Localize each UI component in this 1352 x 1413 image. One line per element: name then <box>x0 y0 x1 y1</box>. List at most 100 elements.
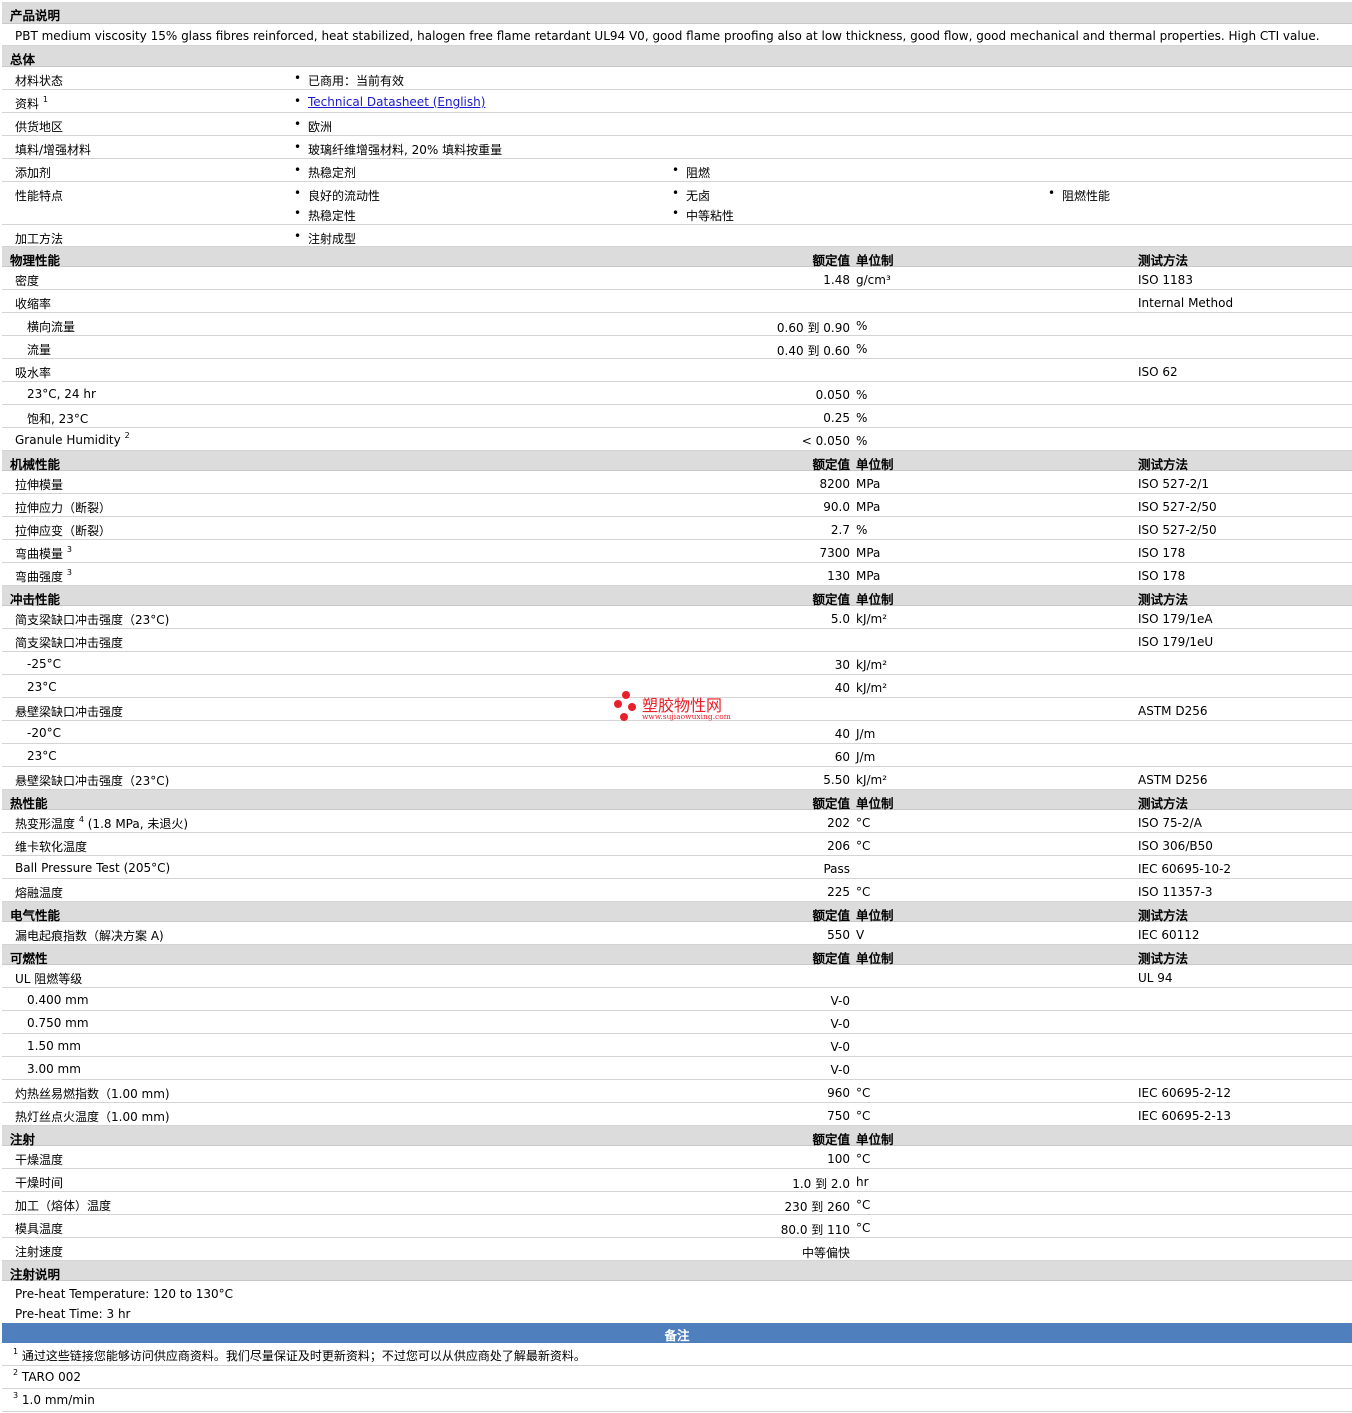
property-row: 饱和, 23°C 0.25% <box>2 405 1352 428</box>
property-test-method: ISO 527-2/50 <box>1138 500 1217 514</box>
property-unit: kJ/m² <box>856 612 888 626</box>
label-text: 弯曲强度 <box>15 570 64 584</box>
property-row: 收缩率 Internal Method <box>2 290 1352 313</box>
property-label: 23°C <box>27 680 57 694</box>
property-test-method: ISO 75-2/A <box>1138 816 1202 830</box>
header-unit: 单位制 <box>856 1132 894 1147</box>
footnote: 2 TARO 002 <box>2 1366 1352 1389</box>
property-label: 热变形温度 4 (1.8 MPa, 未退火) <box>15 815 188 832</box>
property-label: 横向流量 <box>27 318 75 335</box>
property-row: 弯曲模量 3 7300 MPa ISO 178 <box>2 540 1352 563</box>
bullet-item: 良好的流动性 <box>294 186 380 204</box>
header-test: 测试方法 <box>1138 592 1189 607</box>
section-flammability: 可燃性 额定值 单位制 测试方法 <box>2 945 1352 966</box>
property-row: 干燥温度 100 °C <box>2 1146 1352 1169</box>
property-label: 注射速度 <box>15 1243 63 1260</box>
property-row: 横向流量 0.60 到 0.90% <box>2 313 1352 336</box>
property-label: -25°C <box>27 657 61 671</box>
property-value: 90.0 <box>823 500 850 514</box>
property-label: 流量 <box>27 341 51 358</box>
header-unit: 单位制 <box>856 908 894 923</box>
section-title: 电气性能 <box>10 908 61 923</box>
property-label: 热灯丝点火温度（1.00 mm) <box>15 1108 170 1125</box>
label-text: -25°C <box>27 657 61 671</box>
bullet-item: 热稳定剂 <box>294 163 356 181</box>
property-value: 202 <box>827 816 850 830</box>
header-unit: 单位制 <box>856 457 894 472</box>
header-test: 测试方法 <box>1138 253 1189 268</box>
property-test-method: ISO 179/1eA <box>1138 612 1213 626</box>
row-label: 资料 1 <box>15 95 48 112</box>
property-label: 3.00 mm <box>27 1062 81 1076</box>
property-row: 热灯丝点火温度（1.00 mm) 750 °C IEC 60695-2-13 <box>2 1103 1352 1126</box>
section-injection: 注射 额定值 单位制 <box>2 1126 1352 1147</box>
row-label: 材料状态 <box>15 74 64 88</box>
property-test-method: IEC 60695-2-13 <box>1138 1109 1232 1123</box>
label-text: 简支梁缺口冲击强度（23°C) <box>15 613 170 627</box>
section-title: 机械性能 <box>10 457 61 472</box>
injection-notes: Pre-heat Temperature: 120 to 130°C Pre-h… <box>2 1281 1352 1323</box>
header-unit: 单位制 <box>856 253 894 268</box>
property-label: 弯曲强度 3 <box>15 568 72 585</box>
description-text: PBT medium viscosity 15% glass fibres re… <box>15 29 1320 43</box>
label-text: 维卡软化温度 <box>15 840 88 854</box>
property-label: 加工（熔体）温度 <box>15 1197 111 1214</box>
property-row: UL 阻燃等级 UL 94 <box>2 965 1352 988</box>
header-value: 额定值 <box>812 908 850 923</box>
property-unit: °C <box>856 885 871 899</box>
property-unit: g/cm³ <box>856 273 891 287</box>
section-thermal: 热性能 额定值 单位制 测试方法 <box>2 790 1352 811</box>
property-value: 0.60 到 0.90 <box>776 321 850 335</box>
label-text: 1.50 mm <box>27 1039 81 1053</box>
label-text: 加工（熔体）温度 <box>15 1199 112 1213</box>
property-row: 流量 0.40 到 0.60% <box>2 336 1352 359</box>
footnote-number: 2 <box>13 1368 19 1377</box>
label-text: 拉伸应变（断裂） <box>15 524 112 538</box>
property-row: -25°C 30 kJ/m² <box>2 652 1352 675</box>
property-row: 3.00 mm V-0 <box>2 1057 1352 1080</box>
label-text: 干燥时间 <box>15 1176 64 1190</box>
property-value: < 0.050 <box>801 434 850 448</box>
property-value: 中等偏快 <box>801 1246 850 1260</box>
property-value: 80.0 到 110 <box>780 1223 850 1237</box>
property-value: V-0 <box>830 1017 850 1031</box>
property-label: 拉伸模量 <box>15 476 63 493</box>
label-text: 密度 <box>15 274 40 288</box>
property-value: 206 <box>827 839 850 853</box>
watermark-dots-icon <box>614 691 636 721</box>
property-unit: °C <box>856 1152 871 1166</box>
label-text: 23°C, 24 hr <box>27 387 96 401</box>
property-label: 拉伸应力（断裂） <box>15 499 111 516</box>
property-row: 0.400 mm V-0 <box>2 988 1352 1011</box>
property-unit: °C <box>856 1198 871 1212</box>
footnote-ref: 1 <box>42 95 48 104</box>
header-test: 测试方法 <box>1138 457 1189 472</box>
section-mechanical: 机械性能 额定值 单位制 测试方法 <box>2 451 1352 472</box>
property-test-method: ISO 1183 <box>1138 273 1193 287</box>
header-test: 测试方法 <box>1138 796 1189 811</box>
datasheet-link[interactable]: Technical Datasheet (English) <box>308 95 485 109</box>
section-general: 总体 <box>2 46 1352 67</box>
property-label: 密度 <box>15 272 39 289</box>
property-unit: °C <box>856 839 871 853</box>
bullet-item: 无卤 <box>672 186 710 204</box>
property-label: 干燥时间 <box>15 1174 63 1191</box>
property-value: 130 <box>827 569 850 583</box>
header-value: 额定值 <box>812 1132 850 1147</box>
property-test-method: ISO 179/1eU <box>1138 635 1214 649</box>
property-test-method: ISO 306/B50 <box>1138 839 1213 853</box>
label-text: 热灯丝点火温度（1.00 mm) <box>15 1110 170 1124</box>
general-row-region: 供货地区 欧洲 <box>2 113 1352 136</box>
property-label: 0.400 mm <box>27 993 89 1007</box>
section-title: 注射 <box>10 1132 36 1147</box>
section-impact: 冲击性能 额定值 单位制 测试方法 <box>2 586 1352 607</box>
property-value: 1.48 <box>823 273 850 287</box>
property-unit: % <box>856 342 868 356</box>
property-label: 简支梁缺口冲击强度 <box>15 634 123 651</box>
property-unit: % <box>856 411 868 425</box>
property-unit: MPa <box>856 500 881 514</box>
property-test-method: ISO 62 <box>1138 365 1178 379</box>
footnote-ref: 2 <box>124 431 130 440</box>
footnote-ref: 3 <box>66 545 72 554</box>
property-value: 0.40 到 0.60 <box>776 344 850 358</box>
